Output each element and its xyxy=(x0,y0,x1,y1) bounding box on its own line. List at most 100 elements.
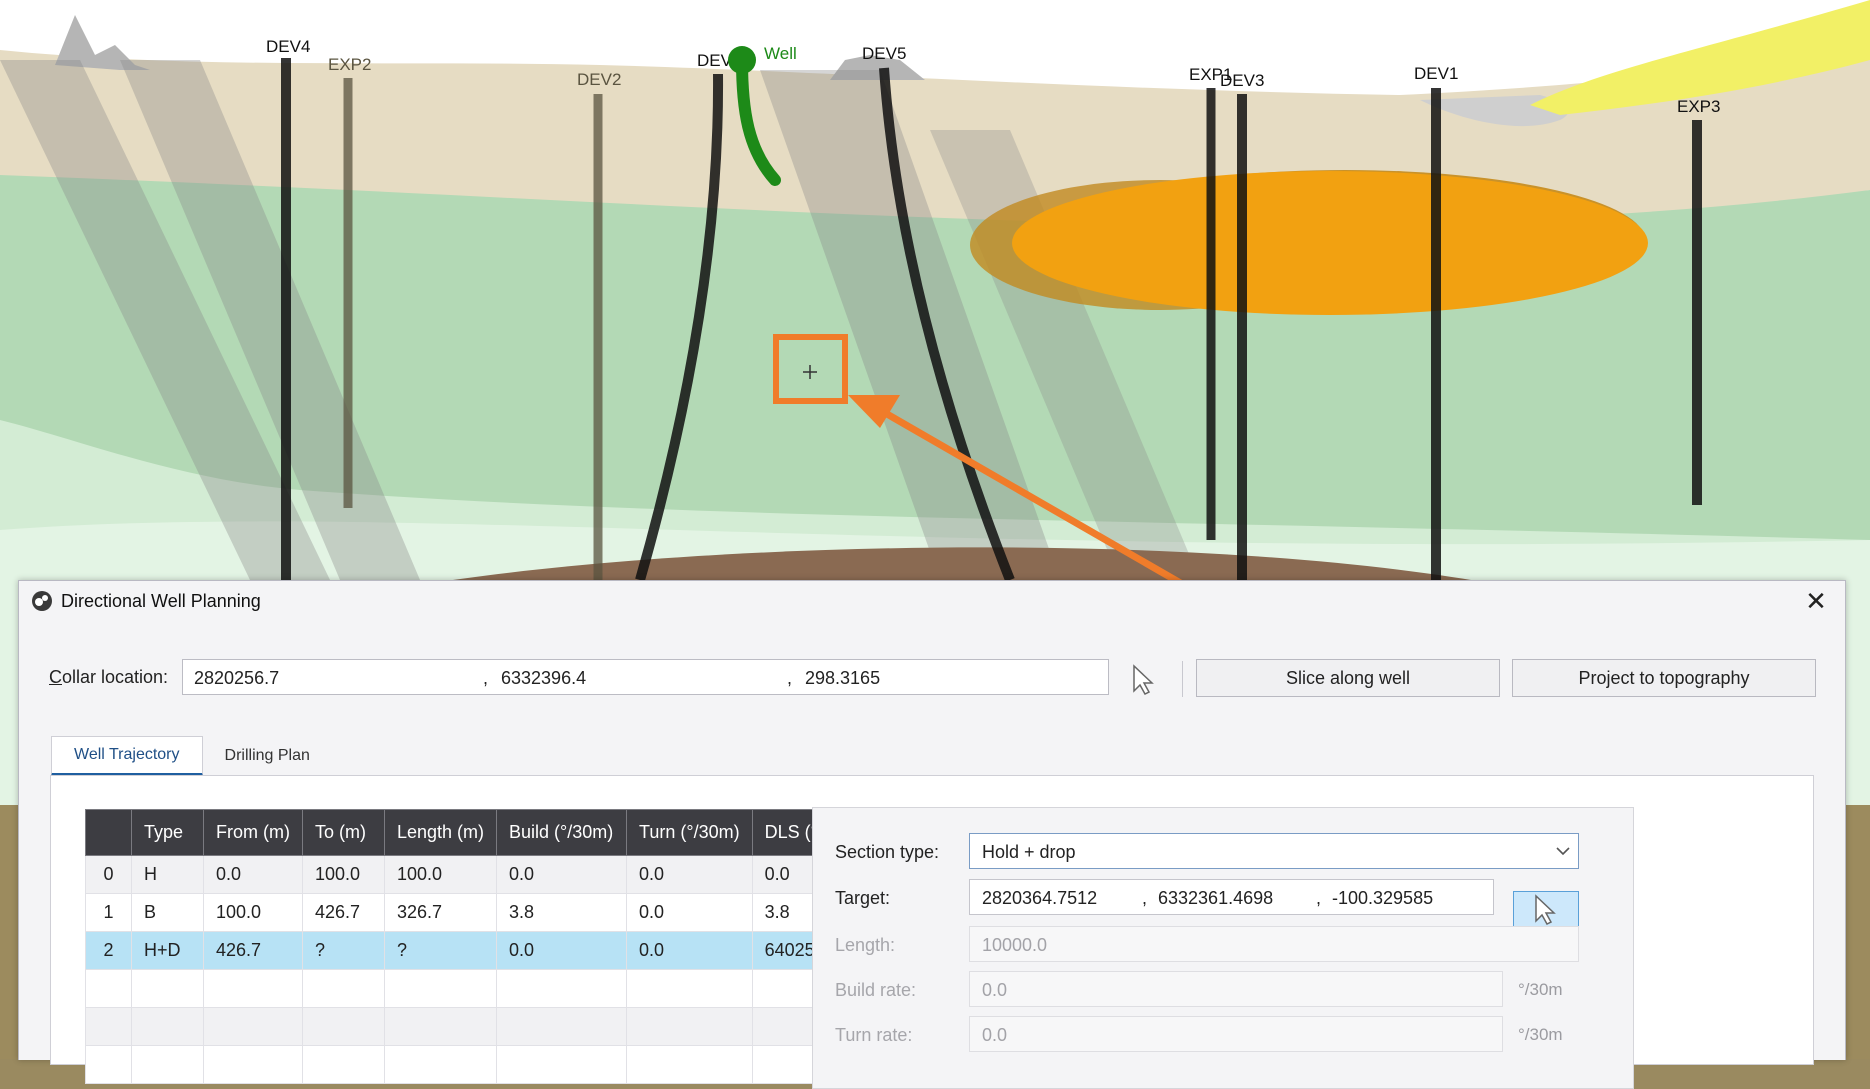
column-header[interactable]: Type xyxy=(131,809,204,856)
table-cell[interactable]: 0 xyxy=(85,855,132,894)
table-cell[interactable] xyxy=(203,1007,303,1046)
table-cell[interactable] xyxy=(131,969,204,1008)
chevron-down-icon[interactable] xyxy=(1556,846,1570,856)
length-input[interactable]: 10000.0 xyxy=(969,926,1579,962)
table-cell[interactable]: 0.0 xyxy=(496,855,628,894)
tab-bar: Well Trajectory Drilling Plan xyxy=(51,736,332,776)
drillhole-label: DEV2 xyxy=(577,70,621,89)
pick-target-button[interactable] xyxy=(1513,891,1579,929)
tab-drilling-plan[interactable]: Drilling Plan xyxy=(203,736,332,776)
table-cell[interactable] xyxy=(496,1045,628,1084)
table-cell[interactable] xyxy=(301,1045,385,1084)
table-cell[interactable]: 2 xyxy=(85,931,132,970)
table-cell[interactable] xyxy=(383,1007,498,1046)
turn-rate-unit: °/30m xyxy=(1518,1025,1563,1044)
slice-along-well-button[interactable]: Slice along well xyxy=(1196,659,1500,697)
table-cell[interactable] xyxy=(85,1045,132,1084)
target-x[interactable]: 2820364.7512 xyxy=(982,888,1097,909)
project-to-topography-button[interactable]: Project to topography xyxy=(1512,659,1816,697)
collar-location-input[interactable]: 2820256.7 , 6332396.4 , 298.3165 xyxy=(182,659,1109,695)
well-trajectory-panel: Type From (m) To (m) Length (m) Build (°/30m… xyxy=(50,775,1814,1089)
turn-rate-input[interactable]: 0.0 xyxy=(969,1016,1503,1052)
build-rate-unit: °/30m xyxy=(1518,980,1563,999)
table-cell[interactable]: ? xyxy=(301,931,385,970)
collar-x[interactable]: 2820256.7 xyxy=(194,668,279,689)
table-cell[interactable]: 426.7 xyxy=(301,893,385,932)
target-z[interactable]: -100.329585 xyxy=(1332,888,1433,909)
table-cell[interactable]: H+D xyxy=(131,931,204,970)
cursor-icon xyxy=(1535,894,1556,925)
table-cell[interactable]: 3.8 xyxy=(496,893,628,932)
table-cell[interactable]: B xyxy=(131,893,204,932)
section-properties-panel: Section type: Hold + drop Target: 282036… xyxy=(812,807,1634,1089)
table-cell[interactable] xyxy=(383,1045,498,1084)
turn-rate-value: 0.0 xyxy=(982,1025,1008,1045)
close-icon[interactable]: ✕ xyxy=(1801,586,1831,617)
target-label: Target: xyxy=(835,888,891,908)
table-cell[interactable]: 0.0 xyxy=(626,855,753,894)
section-type-label: Section type: xyxy=(835,842,940,862)
directional-well-planning-dialog: Directional Well Planning ✕ Collar locat… xyxy=(18,580,1846,1089)
tab-well-trajectory[interactable]: Well Trajectory xyxy=(51,736,203,776)
build-rate-value: 0.0 xyxy=(982,980,1008,1000)
table-cell[interactable]: 426.7 xyxy=(203,931,303,970)
build-rate-label: Build rate: xyxy=(835,980,917,1000)
column-header[interactable]: Turn (°/30m) xyxy=(626,809,753,856)
target-input[interactable]: 2820364.7512 , 6332361.4698 , -100.32958… xyxy=(969,879,1494,915)
table-cell[interactable] xyxy=(383,969,498,1008)
column-header[interactable]: From (m) xyxy=(203,809,303,856)
column-header[interactable] xyxy=(85,809,132,856)
table-cell[interactable] xyxy=(85,969,132,1008)
table-cell[interactable] xyxy=(626,1045,753,1084)
build-rate-input[interactable]: 0.0 xyxy=(969,971,1503,1007)
column-header[interactable]: Length (m) xyxy=(383,809,498,856)
section-type-value: Hold + drop xyxy=(982,842,1076,862)
target-sep: , xyxy=(1142,888,1148,908)
turn-rate-label: Turn rate: xyxy=(835,1025,913,1045)
app-icon xyxy=(32,591,52,611)
table-cell[interactable] xyxy=(131,1045,204,1084)
toolbar-divider xyxy=(1182,661,1183,697)
table-cell[interactable]: 1 xyxy=(85,893,132,932)
table-cell[interactable]: ? xyxy=(383,931,498,970)
collar-location-label: Collar location: xyxy=(49,666,169,687)
dialog-titlebar: Directional Well Planning ✕ xyxy=(19,581,1845,621)
planned-well-collar xyxy=(728,46,756,74)
table-cell[interactable] xyxy=(131,1007,204,1046)
pick-collar-cursor-icon[interactable] xyxy=(1124,661,1160,697)
table-cell[interactable] xyxy=(301,969,385,1008)
drillhole-label: DEV xyxy=(697,51,733,70)
table-cell[interactable]: 100.0 xyxy=(203,893,303,932)
table-cell[interactable]: 0.0 xyxy=(626,893,753,932)
drillhole-label: Well xyxy=(764,44,797,63)
table-cell[interactable]: 0.0 xyxy=(626,931,753,970)
table-cell[interactable]: 0.0 xyxy=(203,855,303,894)
table-cell[interactable]: 100.0 xyxy=(301,855,385,894)
table-cell[interactable] xyxy=(203,1045,303,1084)
table-cell[interactable] xyxy=(85,1007,132,1046)
section-type-select[interactable]: Hold + drop xyxy=(969,833,1579,869)
collar-y[interactable]: 6332396.4 xyxy=(501,668,586,689)
column-header[interactable]: Build (°/30m) xyxy=(496,809,628,856)
collar-sep: , xyxy=(787,668,793,688)
drillhole-label: DEV5 xyxy=(862,44,906,63)
length-label: Length: xyxy=(835,935,896,955)
table-cell[interactable] xyxy=(496,969,628,1008)
column-header[interactable]: To (m) xyxy=(301,809,385,856)
drillhole-label: DEV1 xyxy=(1414,64,1458,83)
table-cell[interactable] xyxy=(301,1007,385,1046)
length-value: 10000.0 xyxy=(982,935,1048,955)
table-cell[interactable]: H xyxy=(131,855,204,894)
table-cell[interactable] xyxy=(203,969,303,1008)
drillhole-label: EXP3 xyxy=(1677,97,1720,116)
collar-z[interactable]: 298.3165 xyxy=(805,668,880,689)
table-cell[interactable] xyxy=(626,969,753,1008)
table-cell[interactable]: 0.0 xyxy=(496,931,628,970)
target-sep: , xyxy=(1316,888,1322,908)
table-cell[interactable] xyxy=(626,1007,753,1046)
drillhole-label: DEV3 xyxy=(1220,71,1264,90)
table-cell[interactable]: 326.7 xyxy=(383,893,498,932)
table-cell[interactable] xyxy=(496,1007,628,1046)
target-y[interactable]: 6332361.4698 xyxy=(1158,888,1273,909)
table-cell[interactable]: 100.0 xyxy=(383,855,498,894)
